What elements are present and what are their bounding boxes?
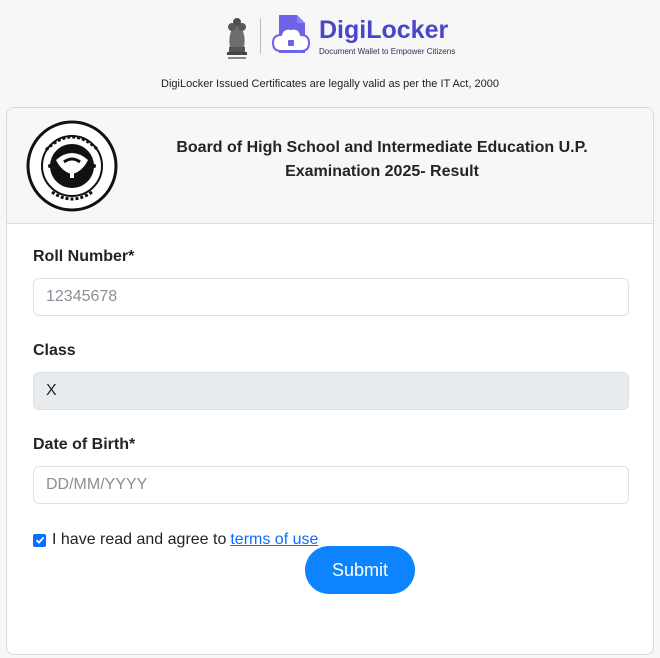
digilocker-icon bbox=[271, 15, 311, 53]
roll-number-group: Roll Number* bbox=[33, 246, 629, 316]
result-card: Board of High School and Intermediate Ed… bbox=[6, 107, 654, 655]
checkmark-icon bbox=[35, 536, 44, 544]
dob-input[interactable] bbox=[33, 466, 629, 504]
brand-logo-row: DigiLocker Document Wallet to Empower Ci… bbox=[220, 8, 455, 64]
class-label: Class bbox=[33, 342, 76, 359]
submit-area: Submit bbox=[7, 546, 653, 594]
board-title-line1: Board of High School and Intermediate Ed… bbox=[176, 139, 588, 156]
national-emblem-icon bbox=[227, 18, 247, 59]
board-title-line2: Examination 2025- Result bbox=[285, 163, 479, 180]
roll-number-label: Roll Number* bbox=[33, 248, 135, 265]
board-seal-icon bbox=[26, 120, 118, 212]
page-header: DigiLocker Document Wallet to Empower Ci… bbox=[0, 0, 660, 105]
class-group: Class bbox=[33, 340, 629, 410]
card-header: Board of High School and Intermediate Ed… bbox=[7, 108, 653, 224]
dob-label: Date of Birth* bbox=[33, 436, 136, 453]
class-input[interactable] bbox=[33, 372, 629, 410]
result-form: Roll Number* Class Date of Birth* I have… bbox=[33, 246, 629, 550]
dob-group: Date of Birth* bbox=[33, 434, 629, 504]
terms-checkbox[interactable] bbox=[33, 533, 46, 547]
board-title: Board of High School and Intermediate Ed… bbox=[137, 136, 627, 184]
brand-name: DigiLocker bbox=[319, 15, 449, 44]
legal-note: DigiLocker Issued Certificates are legal… bbox=[161, 78, 499, 90]
roll-number-input[interactable] bbox=[33, 278, 629, 316]
brand-tagline: Document Wallet to Empower Citizens bbox=[319, 46, 456, 56]
logo-divider bbox=[260, 18, 261, 54]
submit-button[interactable]: Submit bbox=[305, 546, 415, 594]
